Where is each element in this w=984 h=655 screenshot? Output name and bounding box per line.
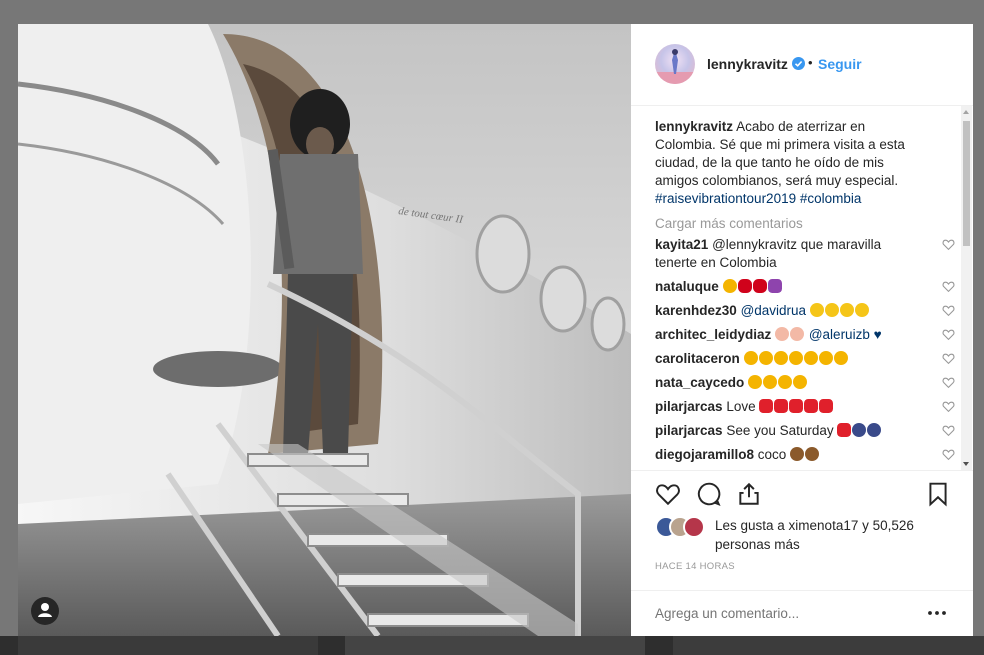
airplane-photo: de tout cœur II: [18, 24, 631, 636]
coconut-emoji: [805, 447, 820, 461]
clap-emoji: [793, 375, 808, 389]
comment: nataluque: [655, 278, 955, 296]
pray-emoji: [852, 423, 867, 437]
comments-list[interactable]: lennykravitz Acabo de aterrizar en Colom…: [655, 118, 957, 470]
scroll-thumb[interactable]: [963, 121, 970, 246]
comment-username[interactable]: nata_caycedo: [655, 375, 744, 390]
thumbs-up-emoji: [803, 351, 818, 365]
clap-emoji: [763, 375, 778, 389]
hashtag[interactable]: #colombia: [800, 191, 862, 206]
lips-emoji: [752, 279, 767, 293]
comment: pilarjarcas See you Saturday: [655, 422, 955, 440]
scroll-down-arrow[interactable]: [963, 462, 969, 466]
post-header: lennykravitz • Seguir: [631, 24, 973, 106]
scroll-up-arrow[interactable]: [963, 110, 969, 114]
post-panel: lennykravitz • Seguir lennykravitz Acabo…: [631, 24, 973, 636]
caption: lennykravitz Acabo de aterrizar en Colom…: [655, 118, 921, 208]
heart-icon[interactable]: [942, 280, 955, 293]
post-timestamp[interactable]: HACE 14 HORAS: [655, 561, 735, 572]
emoji: [743, 351, 758, 365]
likes-summary: Les gusta a ximenota17 y 50,526 personas…: [655, 516, 955, 556]
face-emoji: [824, 303, 839, 317]
comment-username[interactable]: kayita21: [655, 237, 708, 252]
clap-emoji: [778, 375, 793, 389]
comment-text: See you Saturday: [726, 423, 834, 438]
liker-avatar[interactable]: [683, 516, 705, 538]
comment-text[interactable]: @davidrua: [741, 303, 807, 318]
clap-emoji: [790, 327, 805, 341]
red-heart-emoji: [804, 399, 819, 413]
action-bar: [631, 470, 973, 521]
avatar[interactable]: [655, 44, 695, 84]
comment-username[interactable]: architec_leidydiaz: [655, 327, 771, 342]
comment-input[interactable]: [655, 604, 915, 622]
comment-username[interactable]: diegojaramillo8: [655, 447, 754, 462]
smile-emoji: [833, 351, 848, 365]
comment: architec_leidydiaz @aleruizb ♥: [655, 326, 955, 344]
heart-icon[interactable]: [942, 400, 955, 413]
heart-icon[interactable]: [942, 328, 955, 341]
comment: carolitaceron: [655, 350, 955, 368]
follow-button[interactable]: Seguir: [818, 56, 862, 72]
pray-emoji: [867, 423, 882, 437]
avatar-figure: [655, 49, 695, 84]
comment-username[interactable]: karenhdez30: [655, 303, 737, 318]
face-emoji: [839, 303, 854, 317]
thumbs-up-emoji: [788, 351, 803, 365]
verified-icon: [792, 57, 805, 70]
comment-icon[interactable]: [696, 481, 722, 507]
heart-icon[interactable]: [942, 376, 955, 389]
red-heart-emoji: [759, 399, 774, 413]
comment-text: coco: [757, 447, 787, 462]
clap-emoji: [775, 327, 790, 341]
load-more-comments[interactable]: Cargar más comentarios: [655, 216, 957, 231]
face-emoji: [809, 303, 824, 317]
comment: pilarjarcas Love: [655, 398, 955, 416]
bookmark-icon[interactable]: [925, 481, 951, 507]
heart-icon[interactable]: [942, 424, 955, 437]
heart-icon[interactable]: [942, 352, 955, 365]
red-heart-emoji: [789, 399, 804, 413]
heart-icon[interactable]: [942, 304, 955, 317]
clap-emoji: [758, 351, 773, 365]
likes-text[interactable]: Les gusta a ximenota17 y 50,526 personas…: [715, 516, 955, 554]
comment-username[interactable]: pilarjarcas: [655, 399, 723, 414]
red-heart-emoji: [837, 423, 852, 437]
comment-text: Love: [726, 399, 756, 414]
user-icon[interactable]: [30, 596, 60, 626]
comment: nata_caycedo: [655, 374, 955, 392]
caption-username[interactable]: lennykravitz: [655, 119, 733, 134]
clap-emoji: [722, 279, 737, 293]
coconut-emoji: [790, 447, 805, 461]
username[interactable]: lennykravitz: [707, 56, 788, 72]
clap-emoji: [773, 351, 788, 365]
face-emoji: [854, 303, 869, 317]
add-comment-bar: [631, 590, 973, 637]
separator-dot: •: [808, 55, 813, 70]
heart-icon[interactable]: [942, 448, 955, 461]
red-heart-emoji: [819, 399, 834, 413]
lips-emoji: [737, 279, 752, 293]
hashtag[interactable]: #raisevibrationtour2019: [655, 191, 796, 206]
comment: kayita21 @lennykravitz que maravilla ten…: [655, 236, 955, 272]
comments-scrollbar[interactable]: [961, 106, 972, 470]
heart-icon[interactable]: [655, 481, 681, 507]
more-icon[interactable]: [927, 604, 947, 622]
comment-text[interactable]: @aleruizb ♥: [809, 327, 882, 342]
comment-username[interactable]: nataluque: [655, 279, 719, 294]
post-photo[interactable]: de tout cœur II: [18, 24, 631, 636]
comment-username[interactable]: pilarjarcas: [655, 423, 723, 438]
scream-emoji: [818, 351, 833, 365]
heart-icon[interactable]: [942, 238, 955, 251]
comment: diegojaramillo8 coco: [655, 446, 955, 464]
comment: karenhdez30 @davidrua: [655, 302, 955, 320]
clap-emoji: [748, 375, 763, 389]
thumbnail-strip: [0, 636, 984, 655]
share-icon[interactable]: [736, 481, 762, 507]
purple-heart-emoji: [767, 279, 782, 293]
comment-username[interactable]: carolitaceron: [655, 351, 740, 366]
red-heart-emoji: [774, 399, 789, 413]
